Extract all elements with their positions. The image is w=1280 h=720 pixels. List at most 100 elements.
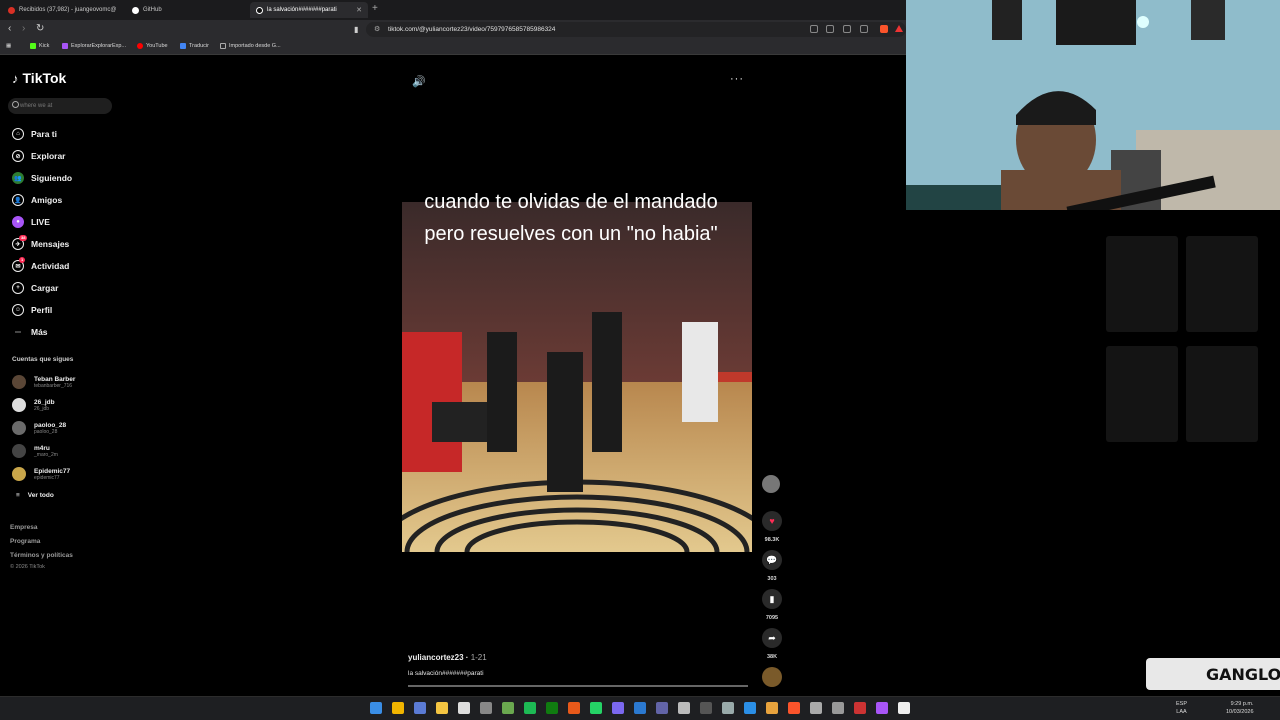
xbox-icon[interactable] — [546, 702, 558, 714]
sidebar-item-home[interactable]: ⌂ Para ti — [12, 127, 57, 141]
brand-name: GANGLO — [1206, 664, 1280, 684]
sidebar-item-compass[interactable]: ⊘ Explorar — [12, 149, 66, 163]
save-button[interactable]: ▮ — [762, 589, 782, 609]
site-info-icon[interactable]: ⚙ — [374, 25, 380, 33]
notification-badge: 1 — [19, 257, 26, 263]
teams-icon[interactable] — [656, 702, 668, 714]
translate-icon[interactable] — [826, 25, 834, 33]
see-all-button[interactable]: ≡ Ver todo — [16, 492, 54, 499]
sidebar-item-messages[interactable]: ✈ 38 Mensajes — [12, 235, 69, 251]
tab-title: Recibidos (37,982) - juangeovomc@ — [19, 7, 117, 13]
extension-icon[interactable] — [810, 25, 818, 33]
sidebar-item-label: Siguiendo — [31, 173, 73, 183]
brave-shield-icon[interactable] — [880, 25, 888, 33]
app-icon[interactable] — [700, 702, 712, 714]
logo-text: TikTok — [22, 70, 67, 86]
heart-icon: ♥ — [769, 516, 775, 526]
more-options-icon[interactable]: ··· — [730, 73, 744, 85]
app-icon[interactable] — [634, 702, 646, 714]
apps-icon[interactable]: ▦ — [6, 43, 11, 49]
capcut-icon[interactable] — [898, 702, 910, 714]
app-icon[interactable] — [832, 702, 844, 714]
more-icon: ⋯ — [15, 329, 21, 336]
brave-icon[interactable] — [788, 702, 800, 714]
compass-icon: ⊘ — [12, 150, 24, 162]
app-icon[interactable] — [810, 702, 822, 714]
like-button[interactable]: ♥ — [762, 511, 782, 531]
back-icon[interactable]: ‹ — [8, 23, 11, 35]
chrome-icon[interactable] — [766, 702, 778, 714]
video-player[interactable] — [402, 202, 752, 552]
bookmark-icon[interactable]: ▮ — [354, 24, 358, 36]
bookmark-youtube[interactable]: YouTube — [137, 43, 168, 49]
bookmark-kick[interactable]: Kick — [30, 43, 49, 49]
spotify-icon[interactable] — [524, 702, 536, 714]
search-input[interactable]: where we at — [8, 98, 112, 114]
app-icon[interactable] — [722, 702, 734, 714]
sidebar-item-activity[interactable]: ✉ 1 Actividad — [12, 257, 69, 273]
tab-github[interactable]: GitHub — [126, 2, 248, 18]
share-button[interactable]: ➦ — [762, 628, 782, 648]
tiktok-logo[interactable]: ♪ TikTok — [12, 70, 66, 86]
brave-rewards-icon[interactable] — [895, 25, 903, 32]
volume-icon[interactable]: 🔊 — [412, 75, 426, 88]
sidebar-item-following[interactable]: 👥 Siguiendo — [12, 171, 72, 185]
language-indicator[interactable]: ESP LAA — [1176, 700, 1187, 716]
clock[interactable]: 9:29 p.m. 10/03/2026 — [1226, 700, 1254, 716]
lang-code: ESP — [1176, 701, 1188, 707]
creator-avatar[interactable] — [762, 475, 780, 493]
sidebar-item-label: Cargar — [31, 283, 59, 293]
footer-link-program[interactable]: Programa — [10, 538, 40, 545]
file-explorer-icon[interactable] — [436, 702, 448, 714]
music-disc[interactable] — [762, 667, 782, 687]
tab-tiktok[interactable]: la salvación#######parati ✕ — [250, 2, 368, 18]
following-account[interactable]: Teban Barber tebanbarber_716 — [12, 373, 75, 391]
placeholder-card — [1106, 346, 1178, 442]
new-tab-button[interactable]: + — [372, 3, 378, 14]
sidebar-item-live[interactable]: ● LIVE — [12, 215, 50, 229]
sidebar-item-more[interactable]: ⋯ Más — [12, 325, 48, 339]
sidebar-item-upload[interactable]: + Cargar — [12, 281, 58, 295]
following-account[interactable]: paoloo_28 paoloo_28 — [12, 419, 66, 437]
close-tab-icon[interactable]: ✕ — [356, 6, 362, 14]
app-icon[interactable] — [502, 702, 514, 714]
footer-link-company[interactable]: Empresa — [10, 524, 37, 531]
windows-start-icon[interactable] — [370, 702, 382, 714]
sidebar-item-profile[interactable]: ☺ Perfil — [12, 303, 52, 317]
address-bar[interactable]: ⚙ tiktok.com/@yuliancortez23/video/75979… — [366, 22, 906, 37]
settings-icon[interactable] — [480, 702, 492, 714]
bookmark-traducir[interactable]: Traducir — [180, 43, 209, 49]
see-all-label: Ver todo — [27, 492, 54, 499]
following-account[interactable]: Epidemic77 epidemic77 — [12, 465, 70, 483]
app-icon[interactable] — [678, 702, 690, 714]
bookmark-folder-imported[interactable]: Importado desde G... — [220, 43, 281, 49]
bookmark-explorar[interactable]: ExplorarExplorarExp... — [62, 43, 126, 49]
comment-button[interactable]: 💬 — [762, 550, 782, 570]
app-icon[interactable] — [854, 702, 866, 714]
vscode-icon[interactable] — [744, 702, 756, 714]
video-progress-bar[interactable] — [408, 685, 748, 687]
app-icon[interactable] — [612, 702, 624, 714]
share-icon[interactable] — [860, 25, 868, 33]
following-account[interactable]: 26_jdb 26_jdb — [12, 396, 55, 414]
app-icon[interactable] — [568, 702, 580, 714]
app-icon[interactable] — [876, 702, 888, 714]
app-icon[interactable] — [414, 702, 426, 714]
footer-link-terms[interactable]: Términos y políticas — [10, 552, 73, 559]
kick-icon — [30, 43, 36, 49]
bookmark-favicon — [62, 43, 68, 49]
forward-icon[interactable]: › — [22, 23, 25, 35]
sidebar-item-friends[interactable]: 👤 Amigos — [12, 193, 62, 207]
list-icon: ≡ — [16, 492, 20, 499]
following-account[interactable]: m4ru _maro_2m — [12, 442, 58, 460]
notepad-icon[interactable] — [458, 702, 470, 714]
app-icon[interactable] — [392, 702, 404, 714]
reload-icon[interactable]: ↻ — [36, 23, 44, 35]
following-icon: 👥 — [12, 172, 24, 184]
account-handle: paoloo_28 — [34, 428, 58, 435]
video-author[interactable]: yuliancortez23 · 1-21 — [408, 653, 487, 662]
cast-icon[interactable] — [843, 25, 851, 33]
whatsapp-icon[interactable] — [590, 702, 602, 714]
account-name: m4ru — [34, 444, 50, 452]
tab-gmail[interactable]: Recibidos (37,982) - juangeovomc@ — [2, 2, 124, 18]
